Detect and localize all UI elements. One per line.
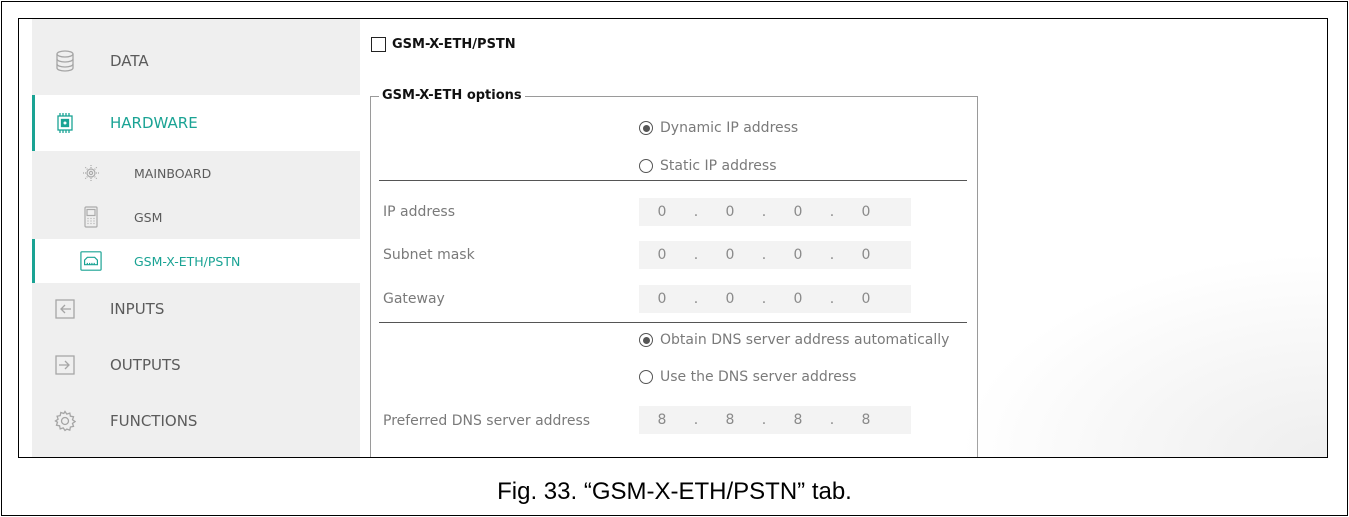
subnet-mask-label: Subnet mask — [383, 247, 475, 263]
ip-octet: 0 — [793, 247, 803, 263]
ip-octet: 0 — [657, 291, 667, 307]
gateway-label: Gateway — [383, 291, 445, 307]
manual-dns-radio-row[interactable]: Use the DNS server address — [639, 369, 856, 385]
ip-octet: 0 — [861, 204, 871, 220]
sidebar-item-outputs[interactable]: OUTPUTS — [32, 337, 360, 393]
ip-octet: 0 — [725, 291, 735, 307]
sidebar-item-gsm-x-eth-pstn[interactable]: GSM-X-ETH/PSTN — [32, 239, 360, 283]
figure-caption: Fig. 33. “GSM-X-ETH/PSTN” tab. — [497, 478, 852, 505]
auto-dns-radio-row[interactable]: Obtain DNS server address automatically — [639, 332, 949, 348]
ip-octet: 8 — [657, 412, 667, 428]
sidebar-item-mainboard[interactable]: MAINBOARD — [32, 151, 360, 195]
sidebar-item-data[interactable]: DATA — [32, 33, 360, 89]
subnet-mask-input[interactable]: 0. 0. 0. 0 — [639, 241, 911, 269]
ip-address-label: IP address — [383, 204, 456, 220]
sidebar-item-label: MAINBOARD — [134, 165, 212, 181]
sidebar-item-label: DATA — [110, 52, 149, 70]
chip-icon — [54, 112, 76, 134]
manual-dns-label: Use the DNS server address — [660, 369, 857, 385]
auto-dns-radio[interactable] — [639, 333, 653, 347]
sidebar-item-label: HARDWARE — [110, 114, 198, 132]
sidebar-item-label: INPUTS — [110, 300, 165, 318]
ip-octet: 0 — [861, 247, 871, 263]
sidebar-item-label: GSM — [134, 209, 163, 225]
ip-octet: 0 — [657, 247, 667, 263]
options-group-box — [370, 96, 978, 457]
manual-dns-radio[interactable] — [639, 370, 653, 384]
static-ip-label: Static IP address — [660, 158, 777, 174]
sidebar-item-gsm[interactable]: GSM — [32, 195, 360, 239]
preferred-dns-label: Preferred DNS server address — [383, 413, 591, 429]
input-arrow-icon — [54, 298, 76, 320]
module-checkbox-row[interactable]: GSM-X-ETH/PSTN — [371, 37, 516, 52]
sidebar-item-hardware[interactable]: HARDWARE — [32, 95, 360, 151]
database-icon — [54, 50, 76, 72]
gear-icon — [54, 410, 76, 432]
sidebar-item-functions[interactable]: FUNCTIONS — [32, 393, 360, 449]
cog-board-icon — [80, 162, 102, 184]
output-arrow-icon — [54, 354, 76, 376]
preferred-dns-input[interactable]: 8. 8. 8. 8 — [639, 406, 911, 434]
separator — [379, 322, 967, 323]
sidebar-item-label: GSM-X-ETH/PSTN — [134, 253, 241, 269]
ip-octet: 0 — [725, 247, 735, 263]
separator — [379, 180, 967, 181]
sidebar-item-label: FUNCTIONS — [110, 412, 198, 430]
ip-octet: 0 — [793, 291, 803, 307]
dynamic-ip-radio-row[interactable]: Dynamic IP address — [639, 120, 798, 136]
ip-octet: 0 — [725, 204, 735, 220]
ip-octet: 8 — [861, 412, 871, 428]
dynamic-ip-radio[interactable] — [639, 121, 653, 135]
options-group-title: GSM-X-ETH options — [379, 88, 525, 103]
ip-octet: 8 — [725, 412, 735, 428]
ip-octet: 8 — [793, 412, 803, 428]
ip-octet: 0 — [657, 204, 667, 220]
static-ip-radio-row[interactable]: Static IP address — [639, 158, 777, 174]
module-checkbox[interactable] — [371, 37, 386, 52]
ip-address-input[interactable]: 0. 0. 0. 0 — [639, 198, 911, 226]
gateway-input[interactable]: 0. 0. 0. 0 — [639, 285, 911, 313]
sidebar: DATA HARDWARE MAINBOARD GSM GSM-X-ETH/PS — [32, 19, 360, 457]
ethernet-module-icon — [80, 250, 102, 272]
module-checkbox-label: GSM-X-ETH/PSTN — [392, 37, 516, 52]
auto-dns-label: Obtain DNS server address automatically — [660, 332, 950, 348]
ip-octet: 0 — [861, 291, 871, 307]
dynamic-ip-label: Dynamic IP address — [660, 120, 799, 136]
static-ip-radio[interactable] — [639, 159, 653, 173]
sidebar-item-inputs[interactable]: INPUTS — [32, 281, 360, 337]
ip-octet: 0 — [793, 204, 803, 220]
phone-icon — [80, 206, 102, 228]
app-window: DATA HARDWARE MAINBOARD GSM GSM-X-ETH/PS — [18, 18, 1328, 458]
sidebar-item-label: OUTPUTS — [110, 356, 181, 374]
